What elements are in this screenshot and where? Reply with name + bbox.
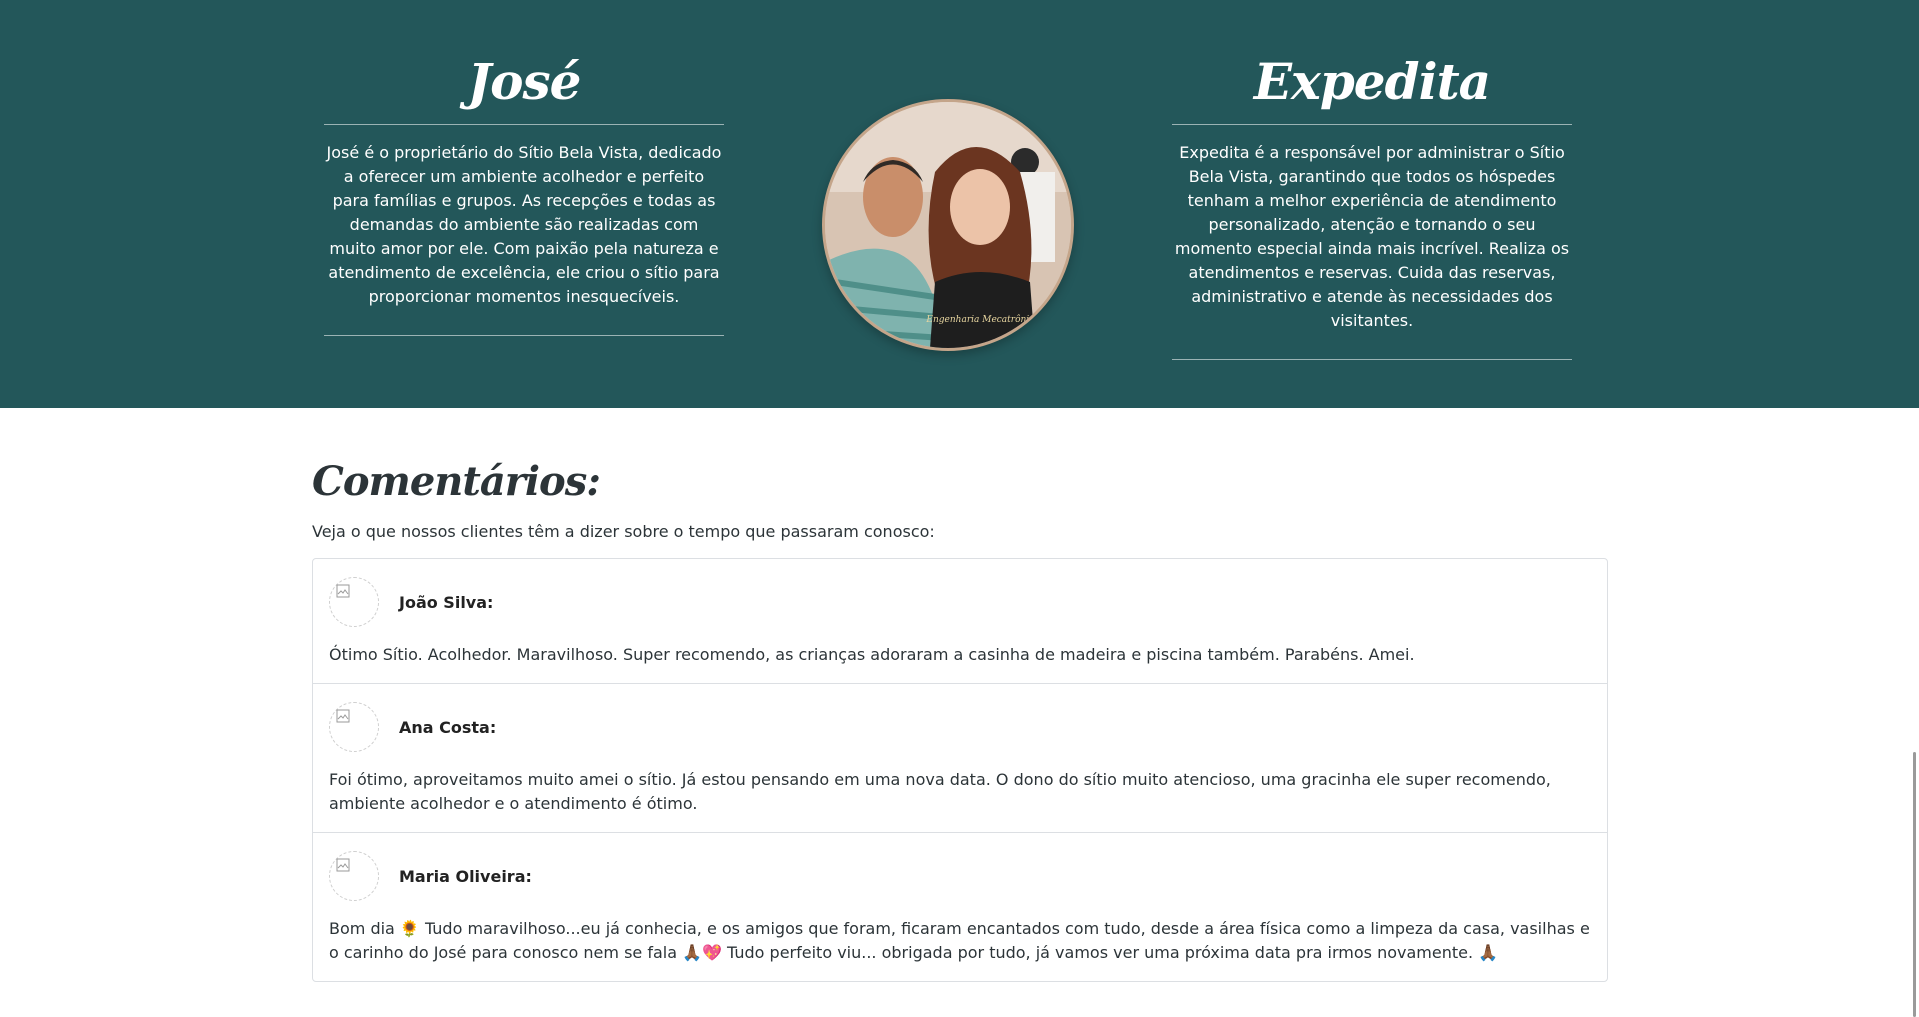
comment-text: Bom dia 🌻 Tudo maravilhoso...eu já conhe… (329, 919, 1590, 962)
broken-image-icon (336, 709, 350, 723)
comment-text: Ótimo Sítio. Acolhedor. Maravilhoso. Sup… (329, 645, 1415, 664)
comment-author: Ana Costa: (399, 717, 497, 737)
comment-header: João Silva: (329, 575, 1591, 629)
owners-section: José José é o proprietário do Sítio Bela… (0, 0, 1919, 408)
comments-section: Comentários: Veja o que nossos clientes … (312, 450, 1608, 982)
owner-description: José é o proprietário do Sítio Bela Vist… (326, 143, 722, 306)
comment-item: Maria Oliveira: Bom dia 🌻 Tudo maravilho… (313, 832, 1607, 981)
divider (1172, 124, 1572, 125)
shirt-text: Engenharia Mecatrônica (925, 314, 1039, 325)
divider (324, 335, 724, 336)
owner-card-expedita: Expedita Expedita é a responsável por ad… (1172, 40, 1572, 360)
scrollbar[interactable] (1913, 752, 1916, 1017)
comments-intro: Veja o que nossos clientes têm a dizer s… (312, 522, 935, 541)
owner-card-jose: José José é o proprietário do Sítio Bela… (324, 40, 724, 336)
broken-image-icon (336, 858, 350, 872)
owner-description: Expedita é a responsável por administrar… (1174, 143, 1570, 330)
comment-item: Ana Costa: Foi ótimo, aproveitamos muito… (313, 683, 1607, 832)
comment-header: Maria Oliveira: (329, 849, 1591, 903)
comment-text: Foi ótimo, aproveitamos muito amei o sít… (329, 770, 1551, 813)
comments-list: João Silva: Ótimo Sítio. Acolhedor. Mara… (312, 558, 1608, 982)
avatar (329, 702, 379, 752)
comment-author: João Silva: (399, 592, 494, 612)
owner-name: Expedita (1253, 52, 1491, 111)
divider (324, 124, 724, 125)
comment-item: João Silva: Ótimo Sítio. Acolhedor. Mara… (313, 559, 1607, 683)
comments-title: Comentários: (312, 458, 601, 505)
owner-name: José (467, 52, 582, 111)
broken-image-icon (336, 584, 350, 598)
avatar (329, 577, 379, 627)
divider (1172, 359, 1572, 360)
avatar (329, 851, 379, 901)
owners-photo-image: Engenharia Mecatrônica (825, 102, 1071, 348)
owners-photo: Engenharia Mecatrônica (822, 99, 1074, 351)
comment-header: Ana Costa: (329, 700, 1591, 754)
comment-author: Maria Oliveira: (399, 866, 532, 886)
